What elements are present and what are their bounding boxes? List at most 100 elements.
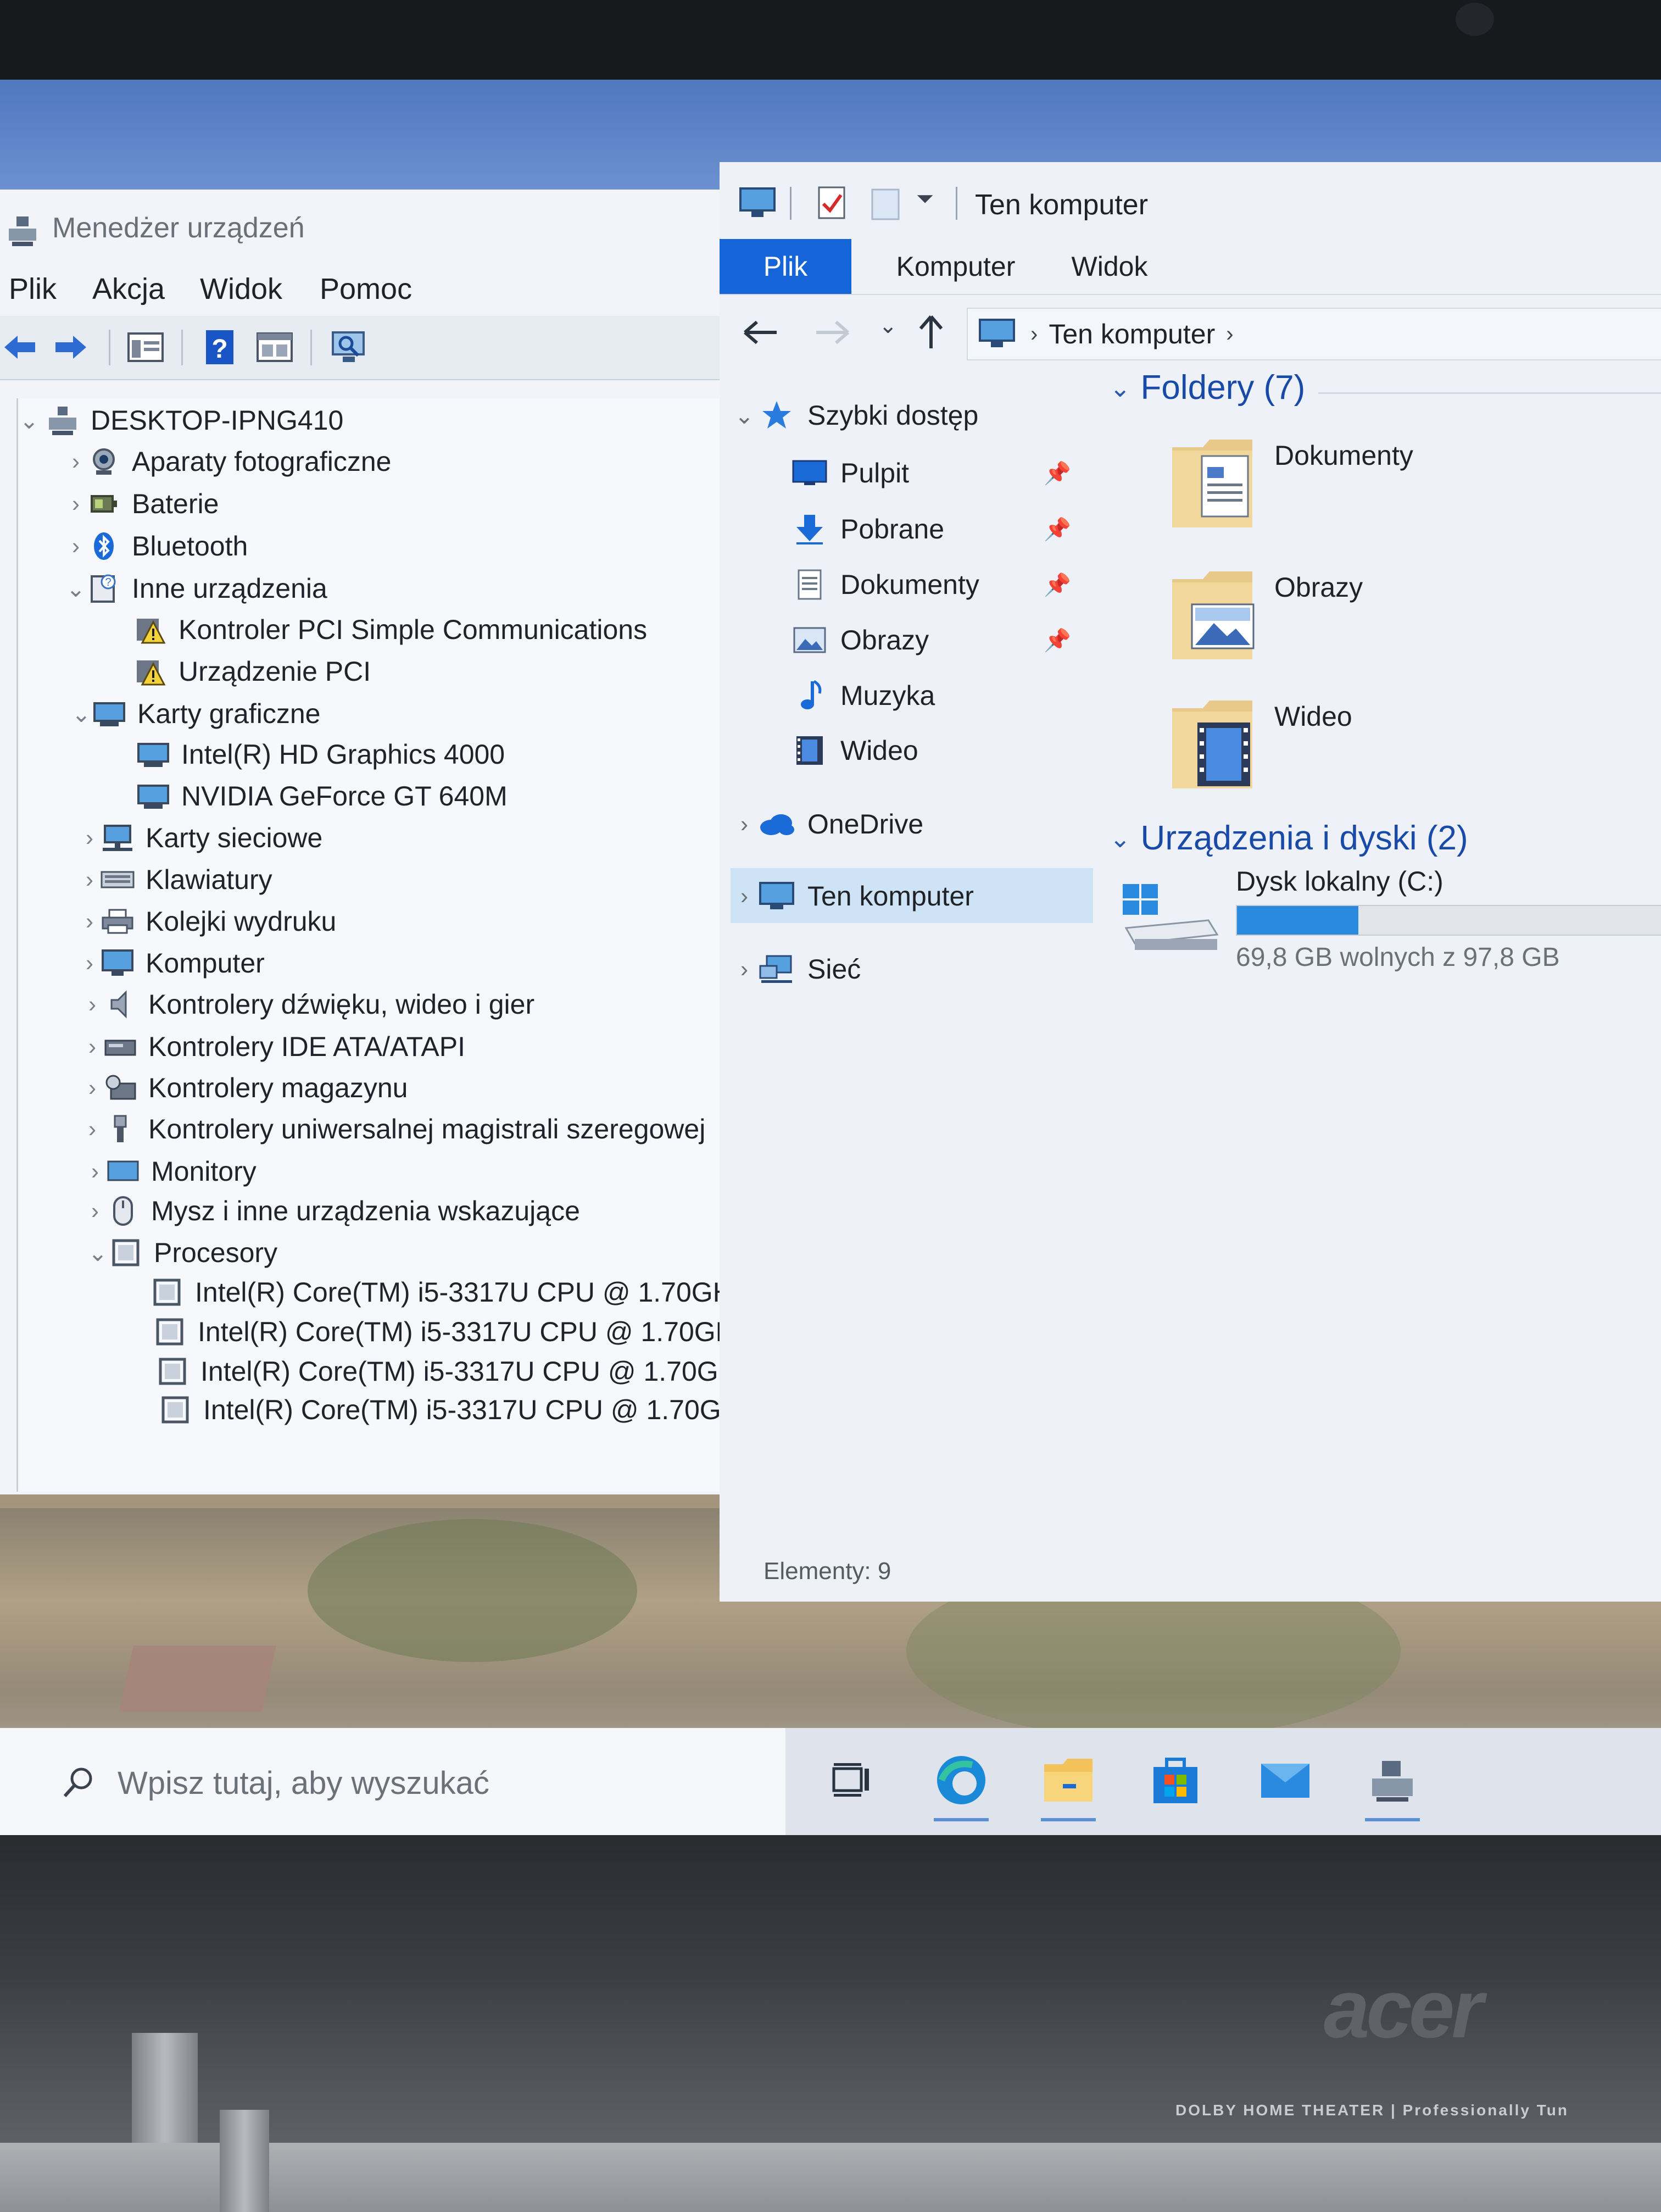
sidebar-item-obrazy[interactable]: Obrazy 📌 (791, 615, 1099, 665)
expand-chevron-icon[interactable]: › (84, 1158, 106, 1185)
forward-arrow-icon[interactable] (813, 319, 851, 346)
task-view-button[interactable] (821, 1750, 882, 1810)
tree-item-cpu[interactable]: Intel(R) Core(TM) i5-3317U CPU @ 1.70GH (153, 1313, 735, 1351)
menu-plik[interactable]: Plik (9, 272, 57, 306)
drive-c[interactable]: Dysk lokalny (C:) 69,8 GB wolnych z 97,8… (1121, 865, 1661, 997)
help-icon[interactable]: ? (200, 328, 239, 366)
recent-locations-chevron-icon[interactable]: ⌄ (879, 313, 898, 338)
sidebar-item-pobrane[interactable]: Pobrane 📌 (791, 504, 1099, 554)
mail-button[interactable] (1255, 1750, 1316, 1810)
sidebar-item-muzyka[interactable]: Muzyka (791, 670, 935, 721)
device-manager-taskbar-button[interactable] (1362, 1750, 1423, 1821)
expand-chevron-icon[interactable]: › (731, 956, 758, 982)
tree-item-kontrolery-ide[interactable]: › Kontrolery IDE ATA/ATAPI (81, 1027, 465, 1066)
expand-chevron-icon[interactable]: › (79, 825, 101, 851)
tree-item-kontrolery-dzwieku[interactable]: › Kontrolery dźwięku, wideo i gier (81, 985, 534, 1024)
tab-widok[interactable]: Widok (1055, 239, 1164, 294)
tab-plik[interactable]: Plik (720, 239, 851, 294)
tree-item-pci-communications[interactable]: Kontroler PCI Simple Communications (133, 610, 647, 649)
tree-item-bluetooth[interactable]: › Bluetooth (65, 527, 248, 565)
expand-chevron-icon[interactable]: › (79, 950, 101, 976)
sidebar-item-siec[interactable]: › Sieć (731, 944, 861, 994)
expand-chevron-icon[interactable]: › (731, 811, 758, 837)
back-arrow-icon[interactable] (0, 328, 38, 366)
tree-item-karty-sieciowe[interactable]: › Karty sieciowe (79, 819, 322, 857)
collapse-chevron-icon[interactable]: ⌄ (87, 1240, 109, 1266)
expand-chevron-icon[interactable]: › (81, 991, 103, 1018)
folders-section-header[interactable]: ⌄ Foldery (7) (1110, 368, 1305, 407)
expand-chevron-icon[interactable]: › (81, 1116, 103, 1142)
collapse-chevron-icon[interactable]: ⌄ (70, 701, 92, 727)
tree-item-cpu[interactable]: Intel(R) Core(TM) i5-3317U CPU @ 1.70GH (155, 1352, 738, 1391)
pin-icon[interactable]: 📌 (1044, 516, 1071, 542)
expand-chevron-icon[interactable]: › (79, 908, 101, 935)
pin-icon[interactable]: 📌 (1044, 460, 1071, 486)
tree-item-karty-graficzne[interactable]: ⌄ Karty graficzne (70, 694, 320, 733)
folder-wideo[interactable]: Wideo (1170, 695, 1554, 810)
store-button[interactable] (1145, 1750, 1206, 1810)
sidebar-item-wideo[interactable]: Wideo (791, 725, 918, 776)
collapse-chevron-icon[interactable]: ⌄ (731, 402, 758, 429)
pin-icon[interactable]: 📌 (1044, 627, 1071, 653)
tree-root[interactable]: ⌄ DESKTOP-IPNG410 (18, 401, 343, 440)
expand-chevron-icon[interactable]: › (65, 448, 87, 475)
menu-akcja[interactable]: Akcja (92, 272, 165, 306)
sidebar-item-ten-komputer[interactable]: › Ten komputer (731, 871, 974, 921)
collapse-chevron-icon[interactable]: ⌄ (65, 575, 87, 602)
customize-quick-access-dropdown-icon[interactable]: ⏷ (916, 187, 934, 212)
new-folder-icon[interactable] (869, 184, 902, 223)
explorer-titlebar[interactable]: ⏷ Ten komputer (720, 162, 1661, 239)
properties-checkmark-icon[interactable] (816, 184, 849, 223)
back-arrow-icon[interactable] (742, 319, 780, 346)
device-manager-titlebar[interactable]: Menedżer urządzeń (0, 190, 725, 266)
tree-item-komputer[interactable]: › Komputer (79, 944, 265, 982)
tree-item-intel-hd[interactable]: Intel(R) HD Graphics 4000 (136, 735, 505, 774)
tree-item-cpu[interactable]: Intel(R) Core(TM) i5-3317U CPU @ 1.70GH (150, 1273, 733, 1311)
pin-icon[interactable]: 📌 (1044, 572, 1071, 598)
properties-view-icon[interactable] (126, 328, 165, 366)
expand-chevron-icon[interactable]: › (81, 1075, 103, 1101)
tree-item-procesory[interactable]: ⌄ Procesory (87, 1233, 277, 1272)
action-view-icon[interactable] (255, 328, 294, 366)
tree-item-urzadzenie-pci[interactable]: Urządzenie PCI (133, 652, 371, 691)
tree-item-aparaty[interactable]: › Aparaty fotograficzne (65, 442, 392, 481)
tree-item-nvidia[interactable]: NVIDIA GeForce GT 640M (136, 777, 508, 815)
breadcrumb-chevron-icon[interactable]: › (1030, 322, 1038, 347)
scan-hardware-icon[interactable] (330, 328, 368, 366)
menu-pomoc[interactable]: Pomoc (320, 272, 412, 306)
sidebar-quick-access[interactable]: ⌄ Szybki dostęp (731, 390, 978, 441)
tree-item-kolejki-wydruku[interactable]: › Kolejki wydruku (79, 902, 336, 941)
collapse-chevron-icon[interactable]: ⌄ (18, 407, 40, 434)
sidebar-item-pulpit[interactable]: Pulpit 📌 (791, 448, 1099, 498)
tree-item-usb[interactable]: › Kontrolery uniwersalnej magistrali sze… (81, 1110, 705, 1148)
tree-item-inne-urzadzenia[interactable]: ⌄ ? Inne urządzenia (65, 569, 327, 608)
folder-dokumenty[interactable]: Dokumenty (1170, 434, 1554, 549)
collapse-chevron-icon[interactable]: ⌄ (1110, 824, 1131, 853)
forward-arrow-icon[interactable] (52, 328, 91, 366)
expand-chevron-icon[interactable]: › (65, 533, 87, 559)
tree-item-baterie[interactable]: › Baterie (65, 485, 219, 523)
breadcrumb-this-pc[interactable]: Ten komputer (1049, 318, 1215, 350)
expand-chevron-icon[interactable]: › (79, 866, 101, 893)
expand-chevron-icon[interactable]: › (731, 883, 758, 909)
menu-widok[interactable]: Widok (200, 272, 282, 306)
folder-obrazy[interactable]: Obrazy (1170, 566, 1554, 681)
devices-section-header[interactable]: ⌄ Urządzenia i dyski (2) (1110, 819, 1468, 858)
sidebar-item-dokumenty[interactable]: Dokumenty 📌 (791, 559, 1099, 610)
expand-chevron-icon[interactable]: › (81, 1033, 103, 1060)
tab-komputer[interactable]: Komputer (879, 239, 1033, 294)
taskbar-search-box[interactable]: Wpisz tutaj, aby wyszukać (0, 1728, 785, 1835)
expand-chevron-icon[interactable]: › (84, 1198, 106, 1224)
tree-item-cpu[interactable]: Intel(R) Core(TM) i5-3317U CPU @ 1.70GH (158, 1391, 741, 1429)
up-arrow-icon[interactable] (917, 313, 945, 352)
tree-item-klawiatury[interactable]: › Klawiatury (79, 860, 272, 899)
sidebar-item-onedrive[interactable]: › OneDrive (731, 799, 923, 849)
tree-item-mysz[interactable]: › Mysz i inne urządzenia wskazujące (84, 1192, 580, 1230)
collapse-chevron-icon[interactable]: ⌄ (1110, 373, 1131, 403)
edge-button[interactable] (931, 1750, 991, 1821)
tree-item-kontrolery-magazynu[interactable]: › Kontrolery magazynu (81, 1069, 408, 1107)
address-bar[interactable]: › Ten komputer › (967, 308, 1661, 360)
breadcrumb-chevron-icon[interactable]: › (1226, 322, 1233, 347)
file-explorer-button[interactable] (1038, 1750, 1099, 1821)
expand-chevron-icon[interactable]: › (65, 491, 87, 517)
